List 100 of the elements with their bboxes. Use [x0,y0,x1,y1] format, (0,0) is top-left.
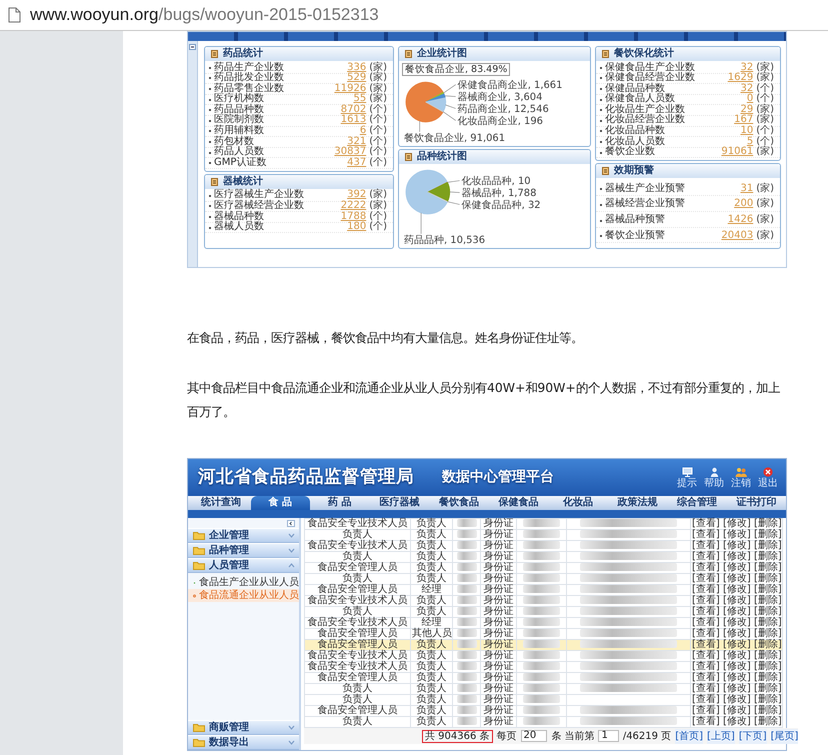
sidebar-item[interactable]: 食品生产企业从业人员 [188,576,299,589]
nav-tab[interactable]: 统计查询 [191,496,250,510]
action-link[interactable]: [查看] [692,584,720,595]
action-link[interactable]: [删除] [754,639,782,650]
table-row[interactable]: 负责人 负责人 身份证 [查看] [修改] [删除] [304,552,782,562]
table-row[interactable]: 负责人 负责人 身份证 [查看] [修改] [删除] [304,694,782,706]
action-link[interactable]: [查看] [692,540,720,551]
header-action-button[interactable]: 退出 [756,466,780,488]
action-link[interactable]: [删除] [754,705,782,716]
table-row[interactable]: 食品安全管理人员 负责人 身份证 [查看] [修改] [删除] [304,562,782,574]
nav-tab[interactable]: 食 品 [250,496,310,510]
action-link[interactable]: [查看] [692,551,720,562]
pager-link[interactable]: [首页] [675,728,703,744]
nav-tab[interactable]: 医疗器械 [370,496,429,510]
action-link[interactable]: [删除] [754,518,782,529]
pager-link[interactable]: [尾页] [770,728,798,744]
table-row[interactable]: 负责人 负责人 身份证 [查看] [修改] [删除] [304,606,782,618]
sidebar-section[interactable]: 企业管理 [188,528,299,543]
action-link[interactable]: [修改] [723,639,751,650]
action-link[interactable]: [修改] [723,650,751,661]
action-link[interactable]: [查看] [692,562,720,573]
sidebar-section[interactable]: 人员管理 [188,558,299,573]
nav-tab[interactable]: 药 品 [310,496,370,510]
table-row[interactable]: 食品安全管理人员 负责人 身份证 [查看] [修改] [删除] [304,706,782,716]
action-link[interactable]: [删除] [754,551,782,562]
table-row[interactable]: 食品安全专业技术人员 负责人 身份证 [查看] [修改] [删除] [304,596,782,606]
table-row[interactable]: 食品安全专业技术人员 负责人 身份证 [查看] [修改] [删除] [304,662,782,672]
table-row[interactable]: 食品安全管理人员 负责人 身份证 [查看] [修改] [删除] [304,672,782,684]
table-row[interactable]: 食品安全管理人员 负责人 身份证 [查看] [修改] [删除] [304,640,782,650]
page-size-select[interactable]: 20 [520,730,548,742]
action-link[interactable]: [修改] [723,518,751,529]
action-link[interactable]: [修改] [723,705,751,716]
action-link[interactable]: [修改] [723,661,751,672]
action-link[interactable]: [修改] [723,562,751,573]
page-select[interactable]: 1 [598,730,619,742]
action-link[interactable]: [删除] [754,529,782,540]
action-link[interactable]: [修改] [723,694,751,705]
nav-tab[interactable]: 保健食品 [488,496,548,510]
action-link[interactable]: [修改] [723,672,751,683]
action-link[interactable]: [修改] [723,617,751,628]
action-link[interactable]: [删除] [754,617,782,628]
nav-tab[interactable]: 化妆品 [548,496,608,510]
action-link[interactable]: [查看] [692,617,720,628]
action-link[interactable]: [删除] [754,661,782,672]
nav-tab[interactable]: 餐饮食品 [429,496,488,510]
header-action-button[interactable]: 帮助 [702,466,726,488]
table-row[interactable]: 负责人 负责人 身份证 [查看] [修改] [删除] [304,684,782,694]
table-row[interactable]: 食品安全管理人员 其他人员 身份证 [查看] [修改] [删除] [304,628,782,640]
nav-tab[interactable]: 证书打印 [726,496,786,510]
action-link[interactable]: [删除] [754,683,782,694]
action-link[interactable]: [删除] [754,628,782,639]
table-row[interactable]: 负责人 负责人 身份证 [查看] [修改] [删除] [304,530,782,540]
table-row[interactable]: 负责人 负责人 身份证 [查看] [修改] [删除] [304,574,782,584]
action-link[interactable]: [查看] [692,573,720,584]
action-link[interactable]: [查看] [692,694,720,705]
action-link[interactable]: [修改] [723,595,751,606]
action-link[interactable]: [修改] [723,551,751,562]
action-link[interactable]: [查看] [692,518,720,529]
sidebar-section[interactable]: 数据导出 [188,735,299,750]
action-link[interactable]: [删除] [754,716,782,727]
url-text[interactable]: www.wooyun.org/bugs/wooyun-2015-0152313 [30,2,379,28]
nav-tab[interactable]: 综合管理 [667,496,726,510]
action-link[interactable]: [删除] [754,672,782,683]
action-link[interactable]: [查看] [692,606,720,617]
nav-tab[interactable]: 政策法规 [608,496,667,510]
action-link[interactable]: [修改] [723,584,751,595]
sidebar-section[interactable]: 商贩管理 [188,720,299,735]
action-link[interactable]: [查看] [692,650,720,661]
action-link[interactable]: [删除] [754,584,782,595]
collapse-icon[interactable] [287,520,295,527]
table-row[interactable]: 食品安全专业技术人员 经理 身份证 [查看] [修改] [删除] [304,618,782,628]
sidebar-section[interactable]: 品种管理 [188,543,299,558]
action-link[interactable]: [查看] [692,705,720,716]
action-link[interactable]: [修改] [723,683,751,694]
table-row[interactable]: 负责人 负责人 身份证 [查看] [修改] [删除] [304,716,782,728]
pager-link[interactable]: [下页] [738,728,767,744]
action-link[interactable]: [删除] [754,595,782,606]
header-action-button[interactable]: 注销 [729,466,753,488]
action-link[interactable]: [删除] [754,650,782,661]
action-link[interactable]: [修改] [723,529,751,540]
collapse-icon[interactable] [189,44,196,50]
action-link[interactable]: [查看] [692,595,720,606]
action-link[interactable]: [查看] [692,661,720,672]
action-link[interactable]: [修改] [723,716,751,727]
table-row[interactable]: 食品安全管理人员 经理 身份证 [查看] [修改] [删除] [304,584,782,596]
table-row[interactable]: 食品安全专业技术人员 负责人 身份证 [查看] [修改] [删除] [304,650,782,662]
action-link[interactable]: [删除] [754,573,782,584]
action-link[interactable]: [查看] [692,716,720,727]
pager-link[interactable]: [上页] [707,728,735,744]
action-link[interactable]: [删除] [754,606,782,617]
table-row[interactable]: 食品安全专业技术人员 负责人 身份证 [查看] [修改] [删除] [304,518,782,530]
action-link[interactable]: [修改] [723,628,751,639]
action-link[interactable]: [查看] [692,683,720,694]
table-row[interactable]: 食品安全专业技术人员 负责人 身份证 [查看] [修改] [删除] [304,540,782,552]
action-link[interactable]: [查看] [692,672,720,683]
action-link[interactable]: [删除] [754,540,782,551]
header-action-button[interactable]: 提示 [675,466,699,488]
action-link[interactable]: [查看] [692,639,720,650]
action-link[interactable]: [删除] [754,562,782,573]
action-link[interactable]: [查看] [692,529,720,540]
